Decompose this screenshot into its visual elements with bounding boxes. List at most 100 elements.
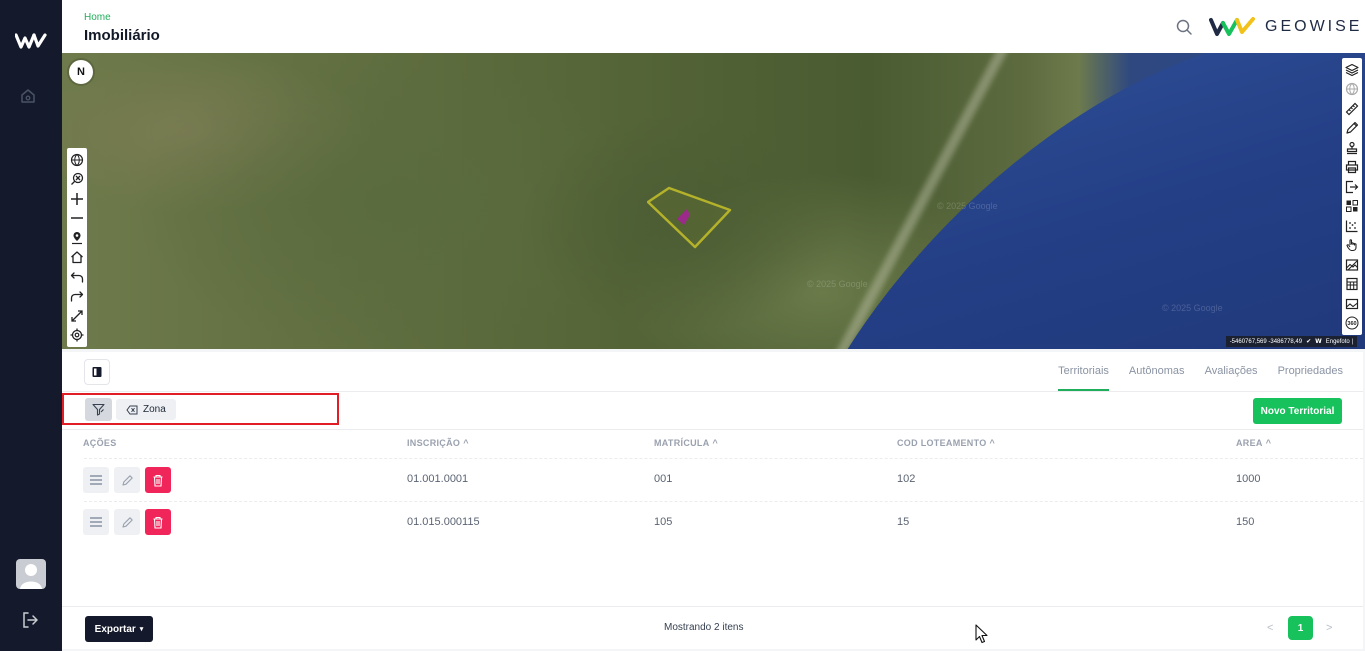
sidebar — [0, 0, 62, 651]
filter-button[interactable] — [85, 398, 112, 421]
print-icon[interactable] — [1344, 158, 1360, 178]
fullscreen-icon[interactable] — [69, 306, 85, 326]
tab-autonomas[interactable]: Autônomas — [1129, 352, 1185, 391]
ruler-icon[interactable] — [1344, 99, 1360, 119]
globe-icon[interactable] — [69, 150, 85, 170]
svg-text:360: 360 — [1347, 321, 1356, 327]
cell-inscricao: 01.001.0001 — [407, 473, 469, 485]
export-map-icon[interactable] — [1344, 177, 1360, 197]
tab-avaliacoes[interactable]: Avaliações — [1205, 352, 1258, 391]
trash-icon — [153, 474, 163, 487]
undo-icon[interactable] — [69, 267, 85, 287]
pagination-prev[interactable]: < — [1267, 622, 1273, 634]
calculator-icon[interactable] — [1344, 275, 1360, 295]
details-button[interactable] — [83, 509, 109, 535]
export-button[interactable]: Exportar ▾ — [85, 616, 153, 642]
layers-icon[interactable] — [1344, 60, 1360, 80]
divider — [62, 391, 1363, 392]
trash-icon — [153, 516, 163, 529]
logout-icon[interactable] — [20, 610, 40, 630]
cell-matricula: 105 — [654, 516, 673, 528]
sort-asc-icon[interactable]: ^ — [990, 438, 996, 448]
tab-propriedades[interactable]: Propriedades — [1278, 352, 1343, 391]
hand-pointer-icon[interactable] — [1344, 236, 1360, 256]
search-icon[interactable] — [1175, 18, 1193, 36]
compass-button[interactable]: N — [69, 60, 93, 84]
globe-layer-icon[interactable] — [1344, 80, 1360, 100]
sort-asc-icon[interactable]: ^ — [1266, 438, 1272, 448]
zoom-reset-icon[interactable] — [69, 170, 85, 190]
cell-area: 150 — [1236, 516, 1255, 528]
tab-territoriais[interactable]: Territoriais — [1058, 352, 1109, 391]
map-watermark: © 2025 Google — [937, 201, 998, 211]
sort-asc-icon[interactable]: ^ — [463, 438, 469, 448]
pagination-page-1[interactable]: 1 — [1288, 616, 1313, 640]
zoom-in-icon[interactable] — [69, 189, 85, 209]
map-watermark: © 2025 Google — [1162, 303, 1223, 313]
view-360-icon[interactable]: 360 — [1344, 314, 1360, 334]
column-header-matricula[interactable]: MATRÍCULA ^ — [654, 438, 718, 448]
home-extent-icon[interactable] — [69, 248, 85, 268]
remove-chip-icon[interactable] — [126, 405, 138, 415]
sidebar-toggle-icon — [92, 367, 102, 377]
ocean-area — [822, 53, 1365, 349]
column-header-actions: AÇÕES — [83, 438, 117, 448]
sort-asc-icon[interactable]: ^ — [713, 438, 719, 448]
column-header-cod-loteamento[interactable]: COD LOTEAMENTO ^ — [897, 438, 995, 448]
pagination-next[interactable]: > — [1326, 622, 1332, 634]
filter-chip-label: Zona — [143, 404, 166, 415]
app-logo-icon[interactable] — [15, 32, 47, 50]
export-label: Exportar — [94, 623, 136, 635]
map-watermark: © 2025 Google — [807, 279, 868, 289]
cell-matricula: 001 — [654, 473, 673, 485]
settings-icon[interactable] — [69, 326, 85, 346]
user-icon — [20, 564, 42, 589]
delete-button[interactable] — [145, 467, 171, 493]
filter-chip-zona[interactable]: Zona — [116, 399, 176, 420]
map-view[interactable]: © 2025 Google © 2025 Google © 2025 Googl… — [62, 53, 1365, 349]
home-icon[interactable] — [19, 87, 37, 105]
panel-tabs: Territoriais Autônomas Avaliações Propri… — [1058, 352, 1343, 391]
details-button[interactable] — [83, 467, 109, 493]
items-count: Mostrando 2 itens — [664, 622, 744, 633]
edit-button[interactable] — [114, 467, 140, 493]
cell-area: 1000 — [1236, 473, 1261, 485]
delete-button[interactable] — [145, 509, 171, 535]
divider — [62, 606, 1363, 607]
scatter-grid-icon[interactable] — [1344, 216, 1360, 236]
zone-polygon[interactable] — [647, 185, 737, 250]
photo-icon[interactable] — [1344, 294, 1360, 314]
image-compare-icon[interactable] — [1344, 255, 1360, 275]
caret-down-icon: ▾ — [139, 626, 144, 633]
data-panel: Territoriais Autônomas Avaliações Propri… — [62, 352, 1363, 649]
list-icon — [90, 517, 102, 527]
row-divider — [84, 501, 1363, 502]
cell-cod-loteamento: 102 — [897, 473, 916, 485]
pencil-icon — [121, 474, 133, 486]
brand-name: GEOWISE — [1265, 18, 1363, 35]
brand-logo: GEOWISE — [1209, 12, 1362, 42]
map-right-toolbar: 360 — [1342, 58, 1362, 335]
geowise-logo-icon — [1209, 17, 1255, 36]
coordinate-readout: -5460767,569 -3486778,49 ✔ 𝗪 Engefoto | — [1225, 336, 1357, 347]
stamp-icon[interactable] — [1344, 138, 1360, 158]
divider — [62, 429, 1363, 430]
breadcrumb[interactable]: Home — [84, 12, 111, 23]
check-icon: ✔ — [1306, 339, 1312, 345]
coordinate-value: -5460767,569 -3486778,49 — [1229, 338, 1303, 345]
edit-button[interactable] — [114, 509, 140, 535]
column-header-inscricao[interactable]: INSCRIÇÃO ^ — [407, 438, 469, 448]
new-territorial-button[interactable]: Novo Territorial — [1253, 398, 1342, 424]
column-header-area[interactable]: AREA ^ — [1236, 438, 1271, 448]
top-header: Home Imobiliário GEOWISE — [62, 0, 1365, 53]
pencil-icon[interactable] — [1344, 119, 1360, 139]
cell-inscricao: 01.015.000115 — [407, 516, 480, 528]
map-left-toolbar — [67, 148, 87, 347]
panel-toggle-button[interactable] — [84, 359, 110, 385]
qr-code-icon[interactable] — [1344, 197, 1360, 217]
zoom-out-icon[interactable] — [69, 209, 85, 229]
location-pin-icon[interactable] — [69, 228, 85, 248]
avatar[interactable] — [16, 559, 46, 589]
redo-icon[interactable] — [69, 287, 85, 307]
mouse-cursor-icon — [975, 624, 988, 644]
